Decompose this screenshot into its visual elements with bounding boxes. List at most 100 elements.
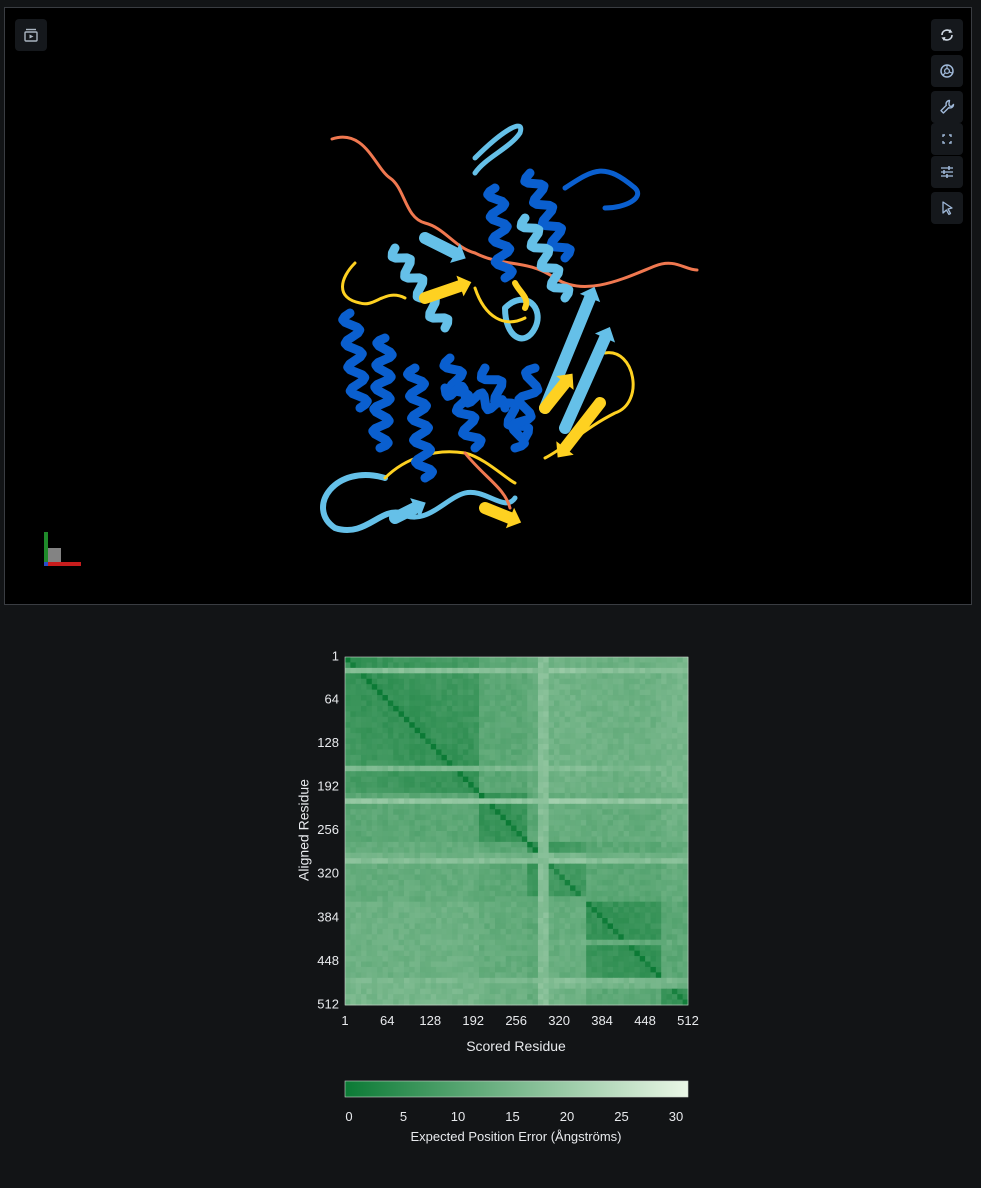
heatmap-cell bbox=[484, 803, 491, 810]
sequence-player-button[interactable] bbox=[15, 19, 47, 51]
heatmap-cell bbox=[420, 684, 426, 691]
reset-rotate-button[interactable] bbox=[931, 19, 963, 51]
heatmap-cell bbox=[478, 841, 485, 848]
heatmap-cell bbox=[371, 754, 378, 761]
x-axis-label: Scored Residue bbox=[466, 1038, 566, 1054]
heatmap-cell bbox=[570, 716, 576, 723]
heatmap-cell bbox=[414, 820, 421, 826]
settings-button[interactable] bbox=[931, 156, 963, 188]
heatmap-cell bbox=[409, 667, 416, 674]
heatmap-cell bbox=[505, 879, 512, 886]
heatmap-cell bbox=[377, 700, 383, 707]
structure-viewer[interactable] bbox=[4, 7, 972, 605]
heatmap-cell bbox=[602, 754, 609, 761]
heatmap-cell bbox=[564, 657, 571, 663]
heatmap-cell bbox=[473, 874, 480, 881]
heatmap-cell bbox=[436, 733, 442, 739]
heatmap-cell bbox=[564, 771, 571, 778]
heatmap-cell bbox=[666, 847, 673, 854]
heatmap-cell bbox=[473, 711, 480, 718]
heatmap-cell bbox=[457, 754, 464, 761]
selection-mode-button[interactable] bbox=[931, 192, 963, 224]
heatmap-cell bbox=[570, 776, 576, 783]
heatmap-cell bbox=[345, 912, 351, 919]
heatmap-cell bbox=[387, 820, 394, 826]
heatmap-cell bbox=[682, 695, 689, 701]
heatmap-cell bbox=[366, 776, 373, 783]
heatmap-cell bbox=[591, 776, 598, 783]
heatmap-cell bbox=[473, 885, 480, 892]
heatmap-cell bbox=[666, 879, 673, 886]
heatmap-cell bbox=[580, 983, 587, 990]
heatmap-cell bbox=[382, 684, 389, 691]
heatmap-cell bbox=[548, 787, 555, 794]
heatmap-cell bbox=[521, 890, 528, 897]
heatmap-cell bbox=[505, 678, 512, 685]
heatmap-cell bbox=[532, 673, 539, 680]
heatmap-cell bbox=[366, 885, 373, 892]
heatmap-cell bbox=[666, 972, 673, 979]
heatmap-cell bbox=[629, 950, 635, 957]
screenshot-button[interactable] bbox=[931, 55, 963, 87]
heatmap-cell bbox=[521, 657, 528, 663]
heatmap-cell bbox=[677, 678, 684, 685]
heatmap-cell bbox=[462, 945, 469, 952]
heatmap-cell bbox=[462, 874, 469, 881]
protein-structure-render[interactable] bbox=[5, 8, 971, 604]
heatmap-cell bbox=[602, 749, 609, 756]
heatmap-cell bbox=[505, 657, 512, 663]
pae-heatmap[interactable] bbox=[344, 656, 689, 1006]
fullscreen-button[interactable] bbox=[931, 123, 963, 155]
heatmap-cell bbox=[398, 896, 405, 903]
heatmap-cell bbox=[634, 657, 641, 663]
heatmap-cell bbox=[478, 809, 485, 816]
heatmap-cell bbox=[527, 890, 533, 897]
heatmap-cell bbox=[505, 966, 512, 973]
heatmap-cell bbox=[489, 945, 496, 952]
heatmap-cell bbox=[414, 744, 421, 750]
heatmap-cell bbox=[441, 836, 448, 843]
heatmap-cell bbox=[484, 711, 491, 718]
heatmap-cell bbox=[489, 809, 496, 816]
heatmap-cell bbox=[350, 896, 357, 903]
heatmap-cell bbox=[393, 760, 399, 767]
heatmap-cell bbox=[645, 858, 651, 865]
heatmap-cell bbox=[580, 923, 587, 930]
heatmap-cell bbox=[505, 972, 512, 979]
heatmap-cell bbox=[473, 667, 480, 674]
heatmap-cell bbox=[468, 961, 475, 968]
heatmap-cell bbox=[377, 760, 383, 767]
heatmap-cell bbox=[623, 912, 630, 919]
heatmap-cell bbox=[586, 820, 592, 826]
heatmap-cell bbox=[554, 776, 560, 783]
heatmap-cell bbox=[521, 934, 528, 941]
tools-button[interactable] bbox=[931, 91, 963, 123]
heatmap-cell bbox=[484, 885, 491, 892]
heatmap-cell bbox=[575, 700, 582, 707]
heatmap-cell bbox=[682, 907, 689, 913]
heatmap-cell bbox=[462, 918, 469, 924]
heatmap-cell bbox=[554, 956, 560, 962]
heatmap-cell bbox=[516, 836, 523, 843]
heatmap-cell bbox=[532, 945, 539, 952]
heatmap-cell bbox=[559, 657, 566, 663]
heatmap-cell bbox=[666, 820, 673, 826]
heatmap-cell bbox=[403, 749, 410, 756]
heatmap-cell bbox=[618, 787, 625, 794]
heatmap-cell bbox=[586, 896, 592, 903]
heatmap-cell bbox=[559, 760, 566, 767]
heatmap-cell bbox=[537, 901, 544, 908]
heatmap-cell bbox=[612, 727, 619, 734]
heatmap-cell bbox=[484, 852, 491, 859]
heatmap-cell bbox=[361, 983, 367, 990]
heatmap-cell bbox=[682, 825, 689, 832]
heatmap-cell bbox=[537, 792, 544, 799]
heatmap-cell bbox=[607, 787, 614, 794]
heatmap-cell bbox=[355, 684, 362, 691]
heatmap-cell bbox=[677, 896, 684, 903]
heatmap-cell bbox=[473, 673, 480, 680]
heatmap-cell bbox=[650, 825, 657, 832]
heatmap-cell bbox=[591, 727, 598, 734]
heatmap-cell bbox=[462, 928, 469, 935]
heatmap-cell bbox=[677, 939, 684, 946]
